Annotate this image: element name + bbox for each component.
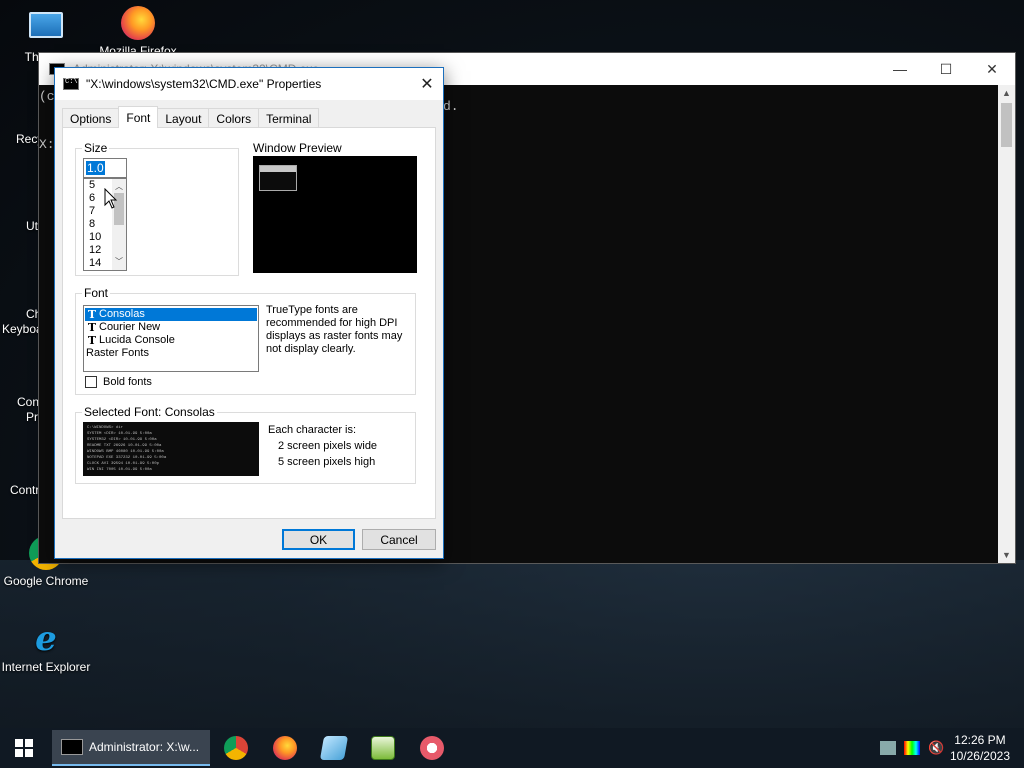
mouse-cursor-icon	[104, 188, 118, 209]
dialog-title: "X:\windows\system32\CMD.exe" Properties	[86, 77, 322, 91]
desktop-partial-label[interactable]: Contr	[10, 483, 39, 497]
console-scrollbar[interactable]: ▲ ▼	[998, 85, 1015, 563]
scroll-down-icon[interactable]: ▼	[998, 547, 1015, 563]
console-close-button[interactable]: ✕	[969, 53, 1015, 85]
volume-muted-icon[interactable]: 🔇	[928, 740, 944, 756]
clock[interactable]: 12:26 PM 10/26/2023	[950, 732, 1010, 764]
window-preview	[253, 156, 417, 273]
system-tray: 🔇	[880, 728, 944, 768]
chevron-down-icon[interactable]: ﹀	[112, 256, 126, 268]
internet-explorer-icon: e	[35, 619, 57, 659]
paint-icon[interactable]	[420, 736, 444, 760]
tab-terminal[interactable]: Terminal	[258, 108, 320, 128]
desktop-partial-label[interactable]: Keyboa	[2, 322, 43, 336]
taskbar-item-label: Administrator: X:\w...	[89, 740, 200, 754]
console-icon	[61, 739, 83, 755]
tab-layout[interactable]: Layout	[157, 108, 210, 128]
cancel-button[interactable]: Cancel	[362, 529, 436, 550]
scrollbar-thumb[interactable]	[1001, 103, 1012, 147]
tab-font[interactable]: Font	[118, 106, 159, 128]
desktop-partial-label[interactable]: Pr	[26, 410, 38, 424]
font-option-consolas[interactable]: T Consolas	[85, 308, 257, 321]
selected-font-label: Selected Font: Consolas	[82, 405, 217, 419]
desktop-background	[0, 560, 1024, 730]
character-size-info: Each character is: 2 screen pixels wide …	[268, 422, 377, 470]
notepad-icon[interactable]	[319, 736, 349, 760]
font-option-courier-new[interactable]: T Courier New	[84, 321, 258, 334]
spreadsheet-icon[interactable]	[371, 736, 395, 760]
desktop-partial-label[interactable]: Ut	[26, 219, 38, 233]
checkbox-box[interactable]	[85, 376, 97, 388]
dialog-titlebar[interactable]: "X:\windows\system32\CMD.exe" Properties…	[55, 68, 443, 100]
console-line: d.	[443, 99, 459, 114]
dialog-close-button[interactable]: ✕	[411, 68, 443, 100]
font-option-label: Courier New	[99, 321, 161, 333]
char-height-text: 5 screen pixels high	[278, 456, 376, 468]
font-option-raster-fonts[interactable]: Raster Fonts	[84, 347, 258, 360]
truetype-icon: T	[87, 334, 97, 347]
font-option-label: Consolas	[99, 308, 145, 320]
desktop-icon-label: Google Chrome	[3, 574, 89, 588]
font-option-label: Raster Fonts	[86, 347, 149, 359]
font-description: TrueType fonts are recommended for high …	[266, 304, 403, 355]
console-line: (c	[39, 89, 55, 104]
color-icon[interactable]	[904, 741, 920, 755]
char-info-label: Each character is:	[268, 424, 357, 436]
truetype-icon: T	[87, 321, 97, 334]
tab-strip: Options Font Layout Colors Terminal	[62, 106, 320, 128]
font-group-label: Font	[82, 286, 111, 300]
truetype-icon: T	[87, 308, 97, 321]
char-width-text: 2 screen pixels wide	[278, 440, 378, 452]
bold-fonts-label: Bold fonts	[103, 376, 152, 388]
windows-logo-icon	[15, 739, 33, 757]
taskbar-item-console[interactable]: Administrator: X:\w...	[52, 730, 210, 766]
firefox-icon	[121, 6, 155, 40]
desktop-icon-internet-explorer[interactable]: e Internet Explorer	[0, 622, 94, 674]
font-list[interactable]: T Consolas T Courier New T Lucida Consol…	[83, 305, 259, 372]
font-size-value: 1.0	[86, 161, 105, 175]
clock-date: 10/26/2023	[949, 749, 1010, 763]
window-preview-label: Window Preview	[253, 141, 342, 155]
clock-time: 12:26 PM	[954, 733, 1006, 747]
desktop-partial-label[interactable]: Con	[17, 395, 39, 409]
desktop-icon-firefox[interactable]: Mozilla Firefox	[90, 6, 186, 58]
tab-options[interactable]: Options	[62, 108, 120, 128]
console-minimize-button[interactable]: —	[877, 53, 923, 85]
scroll-up-icon[interactable]: ▲	[998, 85, 1015, 101]
chrome-icon[interactable]	[224, 736, 248, 760]
taskbar: Administrator: X:\w... 🔇 12:26 PM 10/26/…	[0, 728, 1024, 768]
bold-fonts-checkbox[interactable]: Bold fonts	[85, 376, 152, 388]
size-group-label: Size	[82, 141, 110, 155]
preview-window-icon	[259, 165, 297, 191]
font-sample-preview: C:\WINDOWS> dir SYSTEM <DIR> 10-01-99 5:…	[83, 422, 259, 476]
console-icon	[63, 78, 79, 90]
firefox-icon[interactable]	[273, 736, 297, 760]
font-size-input[interactable]: 1.0	[83, 158, 127, 178]
tab-colors[interactable]: Colors	[208, 108, 260, 128]
font-option-lucida-console[interactable]: T Lucida Console	[84, 334, 258, 347]
start-button[interactable]	[0, 728, 48, 768]
desktop-icon-label: Internet Explorer	[1, 660, 91, 674]
network-icon[interactable]	[880, 741, 896, 755]
console-line: X:	[39, 137, 55, 152]
computer-icon	[29, 12, 63, 46]
properties-dialog[interactable]: "X:\windows\system32\CMD.exe" Properties…	[54, 67, 444, 559]
ok-button[interactable]: OK	[282, 529, 355, 550]
console-maximize-button[interactable]: ☐	[923, 53, 969, 85]
font-option-label: Lucida Console	[99, 334, 175, 346]
